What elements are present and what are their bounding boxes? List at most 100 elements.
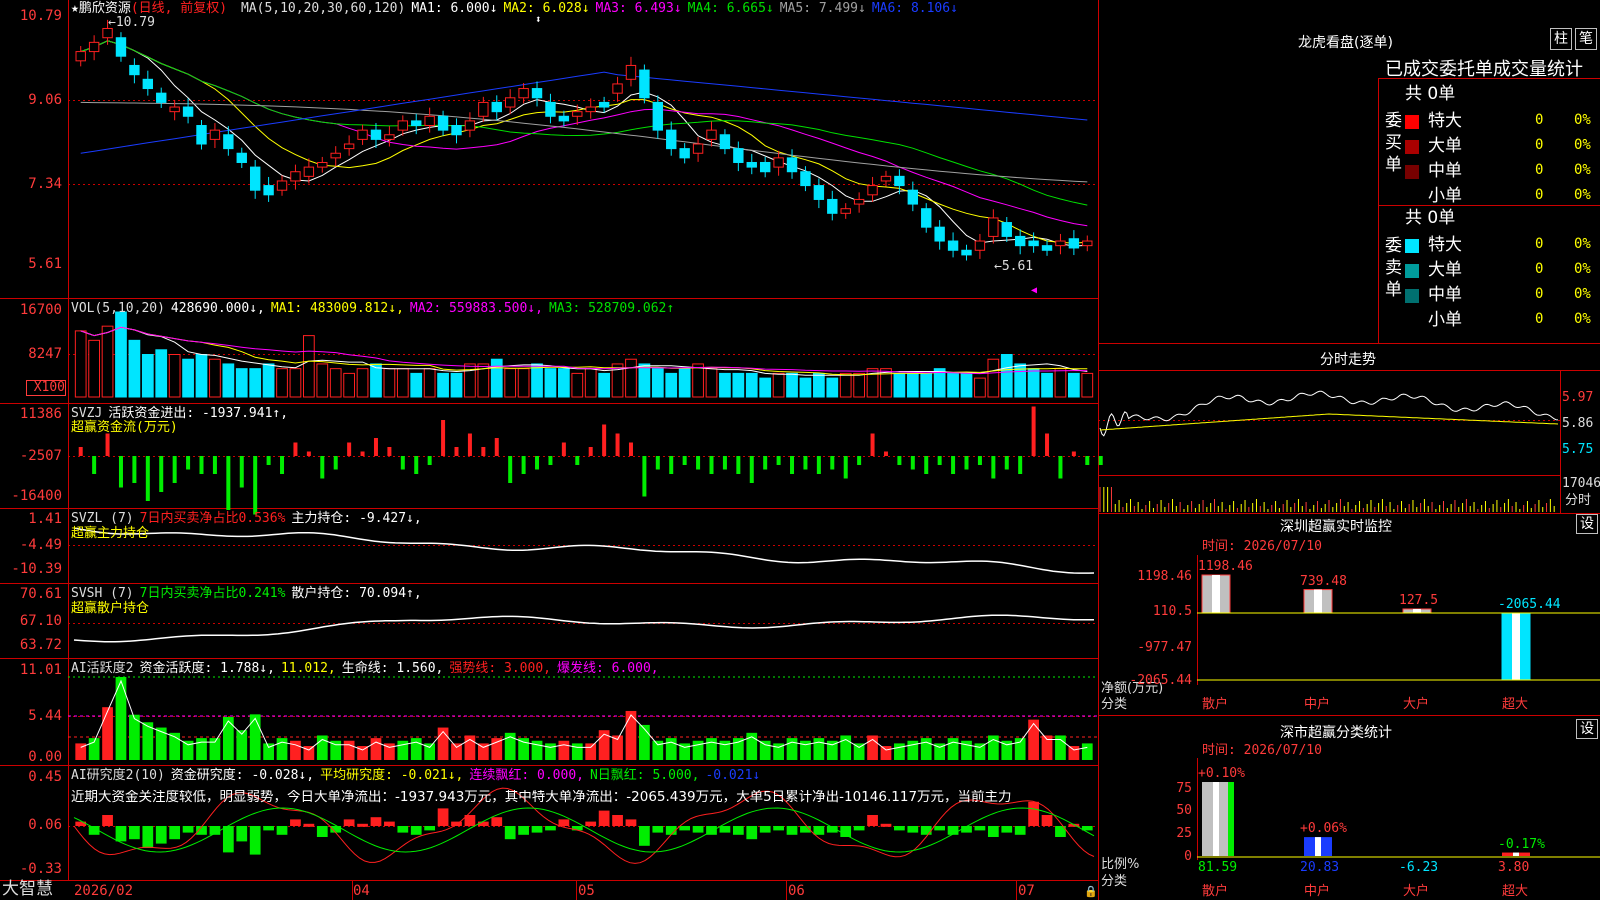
x-label-4: 07 <box>1018 883 1035 899</box>
category-label: 大户 <box>1403 884 1430 899</box>
y-tick-label: 16700 <box>19 302 62 318</box>
candle-body <box>209 129 221 140</box>
y-tick-label: 0.45 <box>28 769 62 785</box>
activity-bar <box>1028 719 1039 760</box>
activity-bar <box>155 727 167 760</box>
volume-bar <box>222 363 235 398</box>
candle-body <box>840 208 851 214</box>
svsh-subtitle: 超赢散户持仓 <box>71 601 150 616</box>
low-price-label: ←5.61 <box>994 259 1034 274</box>
y-tick-label: 63.72 <box>19 637 62 653</box>
stats-settings-button[interactable]: 设 <box>1576 719 1598 739</box>
volume-bar <box>625 358 637 398</box>
lock-icon[interactable]: 🔒 <box>1084 884 1098 899</box>
ai-research-header: AI研究度2(10) 资金研究度: -0.028↓, 平均研究度: -0.021↓,… <box>71 768 766 783</box>
candle-body <box>786 157 798 173</box>
monitor-time: 时间: 2026/07/10 <box>1202 539 1322 554</box>
research-bar <box>504 826 516 840</box>
volume-bar <box>719 372 731 398</box>
research-bar <box>987 826 999 837</box>
fund-flow-bar <box>722 456 727 470</box>
stock-title[interactable]: ★鹏欣资源 <box>71 1 131 16</box>
fund-flow-bar <box>373 438 378 456</box>
fund-flow-bar <box>548 456 553 465</box>
intraday-vol-max: 17046 <box>1562 476 1600 491</box>
header-item: -0.021↓ <box>705 768 761 783</box>
candle-body <box>249 166 261 191</box>
y-tick-label: 0.00 <box>28 749 62 765</box>
order-percent: 0% <box>1574 311 1591 327</box>
fund-flow-bar <box>763 456 768 470</box>
order-category: 特大 <box>1428 235 1462 255</box>
scroll-marker-icon[interactable]: ⬍ <box>535 12 542 27</box>
order-percent: 0% <box>1574 236 1591 252</box>
period-label[interactable]: (日线, 前复权) <box>131 1 227 16</box>
fund-flow-bar <box>1071 451 1076 456</box>
candle-body <box>679 148 690 159</box>
header-item: 活跃资金进出: -1937.941↑, <box>108 406 289 421</box>
order-percent: 0% <box>1574 187 1591 203</box>
stats-xlabel: 分类 <box>1101 874 1128 889</box>
order-percent: 0% <box>1574 112 1591 128</box>
header-item: VOL(5,10,20) <box>71 301 165 316</box>
candle-body <box>1055 240 1066 247</box>
category-label: 超大 <box>1502 697 1529 712</box>
fund-flow-bar <box>749 456 754 483</box>
header-item: 428690.000↓, <box>170 301 265 316</box>
column-view-button[interactable]: 柱 <box>1550 28 1572 50</box>
volume-bar <box>745 372 758 398</box>
header-item: 资金研究度: -0.028↓, <box>170 768 315 783</box>
tick-view-button[interactable]: 笔 <box>1575 28 1597 50</box>
activity-bar <box>1068 746 1080 760</box>
candle-body <box>988 217 999 237</box>
candle-body <box>880 175 892 182</box>
fund-flow-bar <box>870 433 875 456</box>
fund-flow-bar <box>212 456 217 474</box>
fund-flow-bar <box>937 456 942 465</box>
fund-flow-bar <box>803 456 808 470</box>
volume-bar <box>678 368 691 398</box>
research-bar <box>182 826 194 833</box>
svzj-subtitle: 超赢资金流(万元) <box>71 420 178 435</box>
stock-terminal: ★鹏欣资源(日线, 前复权) MA(5,10,20,30,60,120) MA1:… <box>0 0 1600 900</box>
fund-flow-bar <box>736 456 741 474</box>
research-bar <box>75 821 87 826</box>
activity-bar <box>491 738 503 760</box>
volume-bar <box>692 363 704 398</box>
fund-flow-bar <box>951 456 956 474</box>
stats-y-tick: 75 <box>1176 781 1192 796</box>
volume-bar <box>437 372 449 398</box>
volume-bar <box>517 368 530 398</box>
candle-body <box>1082 240 1093 247</box>
order-percent: 0% <box>1574 137 1591 153</box>
kline-header: ★鹏欣资源(日线, 前复权) MA(5,10,20,30,60,120) MA1:… <box>71 1 970 16</box>
logo: 大智慧 <box>2 879 53 899</box>
header-item: AI活跃度2 <box>71 661 134 676</box>
y-tick-label: 67.10 <box>19 613 62 629</box>
volume-bar <box>558 368 570 398</box>
order-category: 小单 <box>1428 310 1462 330</box>
fund-flow-bar <box>253 456 258 515</box>
svzl-subtitle: 超赢主力持仓 <box>71 526 150 541</box>
research-bar <box>410 826 422 835</box>
bar-highlight <box>1315 837 1321 856</box>
volume-bar <box>531 363 543 398</box>
ma-values: MA1: 6.000↓ MA2: 6.028↓ MA3: 6.493↓ MA4: 6.… <box>411 1 964 16</box>
monitor-settings-button[interactable]: 设 <box>1576 514 1598 534</box>
research-bar <box>853 826 865 831</box>
fund-flow-bar <box>588 447 593 456</box>
volume-bar <box>235 368 248 398</box>
research-bar <box>397 826 409 833</box>
legend-swatch <box>1405 140 1419 154</box>
legend-swatch <box>1405 289 1419 303</box>
fund-flow-bar <box>199 456 204 474</box>
fund-flow-bar <box>1018 456 1023 474</box>
header-item: MA1: 483009.812↓, <box>270 301 404 316</box>
header-item: 强势线: 3.000, <box>449 661 551 676</box>
candle-body <box>894 175 905 187</box>
svzj-header: SVZJ 活跃资金进出: -1937.941↑, <box>71 406 294 421</box>
research-bar <box>1001 826 1013 833</box>
order-count: 0 <box>1535 236 1544 252</box>
fund-flow-bar <box>1098 456 1103 465</box>
candle-body <box>827 198 838 214</box>
